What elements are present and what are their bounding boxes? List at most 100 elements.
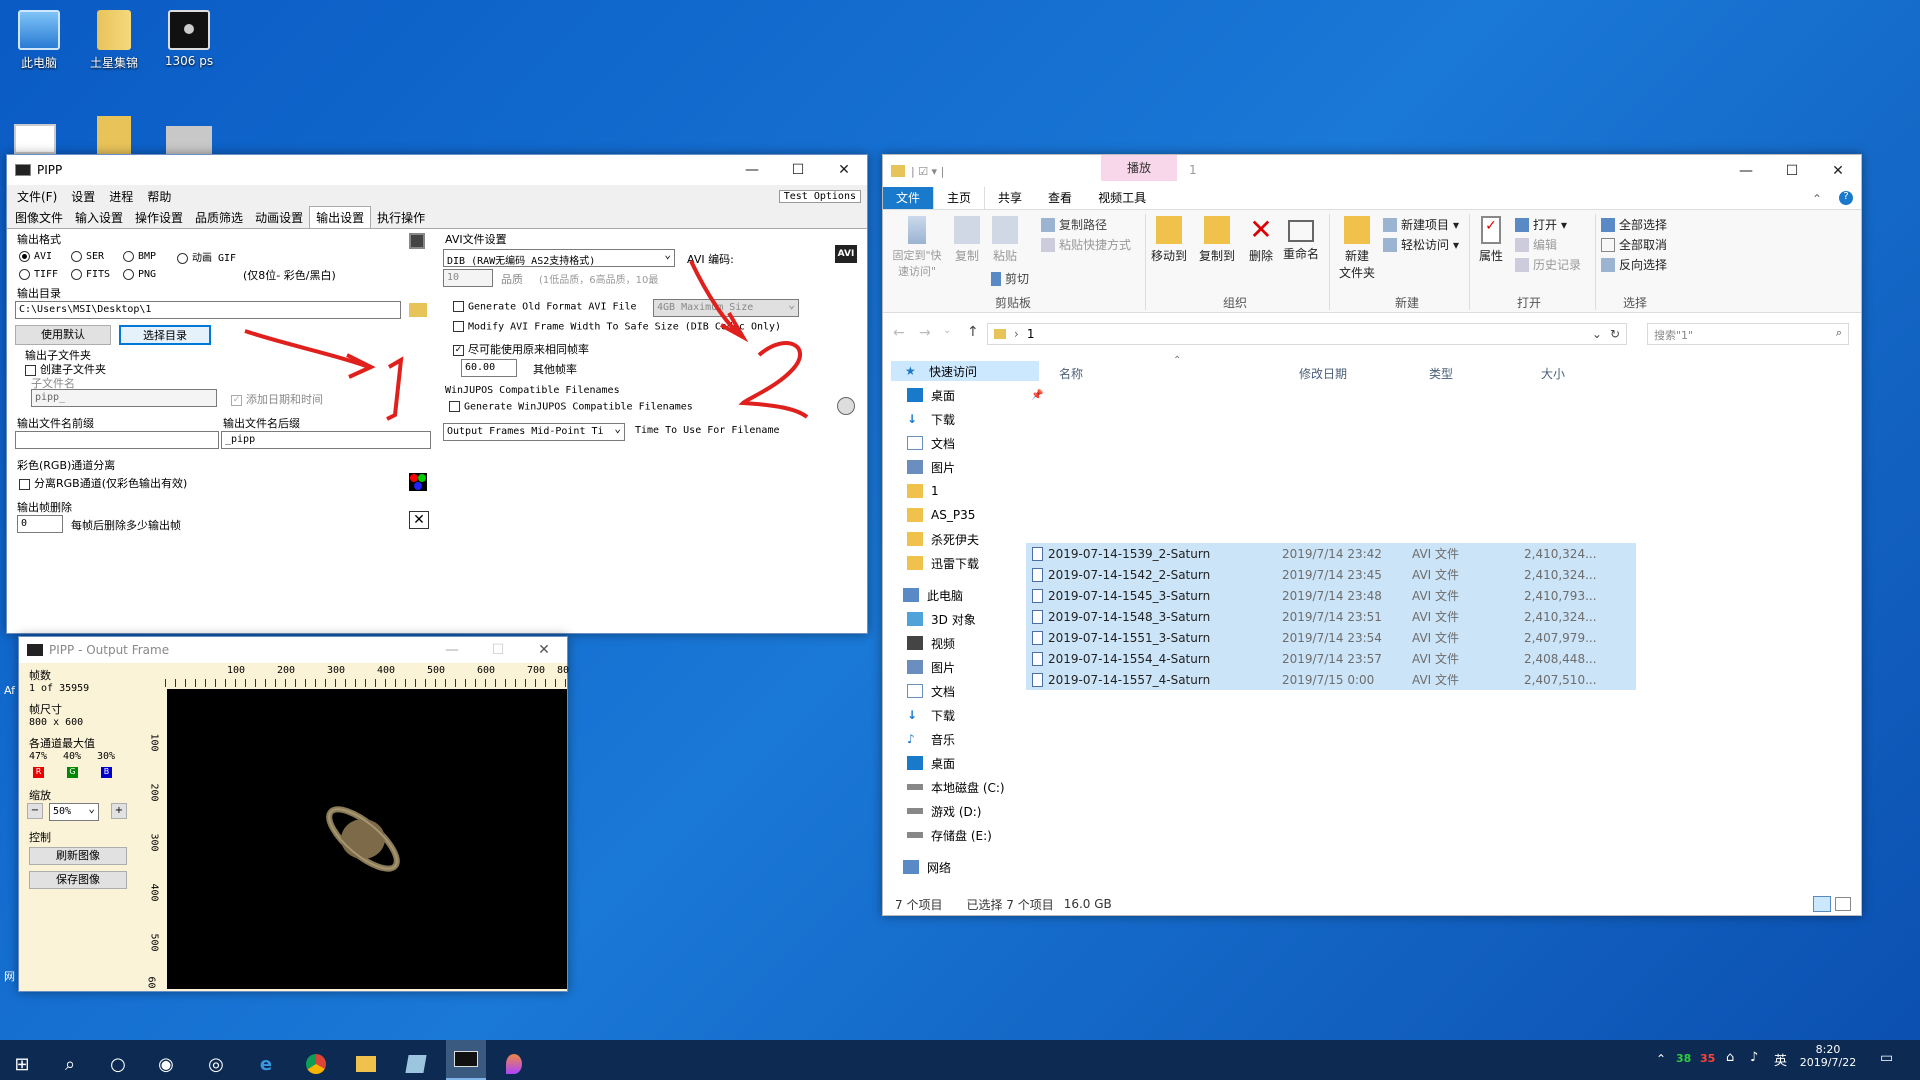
select-all-button[interactable]: 全部选择 bbox=[1601, 216, 1667, 233]
up-button[interactable]: ↑ bbox=[967, 324, 979, 340]
column-size[interactable]: 大小 bbox=[1541, 365, 1565, 382]
nav-pictures[interactable]: 图片 bbox=[907, 457, 955, 477]
desktop-icon-image[interactable]: 1306 ps bbox=[150, 10, 228, 68]
tab-execute[interactable]: 执行操作 bbox=[371, 207, 431, 228]
nav-desktop-pc[interactable]: 桌面 bbox=[907, 753, 955, 773]
table-row[interactable]: 2019-07-14-1548_3-Saturn 2019/7/14 23:51 A… bbox=[1026, 606, 1636, 627]
nav-quick-access[interactable]: ★ 快速访问 bbox=[891, 361, 1039, 381]
nav-folder-1[interactable]: 1 bbox=[907, 481, 939, 501]
refresh-image-button[interactable]: 刷新图像 bbox=[29, 847, 127, 865]
desktop-icon-partial[interactable] bbox=[14, 124, 56, 154]
save-image-button[interactable]: 保存图像 bbox=[29, 871, 127, 889]
format-fits-radio[interactable]: FITS bbox=[71, 267, 110, 280]
nav-drive-c[interactable]: 本地磁盘 (C:) bbox=[907, 777, 1005, 797]
desktop-icon-computer[interactable]: 此电脑 bbox=[0, 10, 78, 71]
nav-pictures-pc[interactable]: 图片 bbox=[907, 657, 955, 677]
table-row[interactable]: 2019-07-14-1539_2-Saturn 2019/7/14 23:42 A… bbox=[1026, 543, 1636, 564]
nav-desktop[interactable]: 桌面 📌 bbox=[907, 385, 1043, 405]
menu-settings[interactable]: 设置 bbox=[71, 188, 95, 205]
close-button[interactable]: ✕ bbox=[521, 642, 567, 658]
nav-drive-e[interactable]: 存储盘 (E:) bbox=[907, 825, 992, 845]
minimize-button[interactable]: — bbox=[729, 162, 775, 178]
output-dir-input[interactable]: C:\Users\MSI\Desktop\1 bbox=[15, 301, 401, 319]
quick-access-toolbar[interactable]: | ☑ ▾ | bbox=[911, 165, 944, 178]
format-bmp-radio[interactable]: BMP bbox=[123, 249, 156, 262]
tab-quality[interactable]: 品质筛选 bbox=[189, 207, 249, 228]
nav-network[interactable]: 网络 bbox=[903, 857, 951, 877]
edge-icon[interactable]: e bbox=[250, 1048, 282, 1080]
close-button[interactable]: ✕ bbox=[1815, 163, 1861, 179]
explorer-titlebar[interactable]: | ☑ ▾ | 播放 1 — ☐ ✕ bbox=[883, 155, 1861, 187]
minimize-button[interactable]: — bbox=[429, 642, 475, 658]
nav-folder-killing-eve[interactable]: 杀死伊夫 bbox=[907, 529, 979, 549]
cut-button[interactable]: 剪切 bbox=[991, 270, 1029, 287]
format-tiff-radio[interactable]: TIFF bbox=[19, 267, 58, 280]
desktop-icon-partial[interactable] bbox=[166, 126, 212, 154]
pipp-taskbar-icon[interactable] bbox=[446, 1040, 486, 1080]
ime-indicator[interactable]: 英 bbox=[1774, 1050, 1787, 1069]
recent-dropdown[interactable]: ⌄ bbox=[943, 325, 951, 336]
nav-downloads-pc[interactable]: ↓ 下载 bbox=[907, 705, 955, 725]
avi-codec-select[interactable]: DIB (RAW无编码 AS2支持格式) bbox=[443, 249, 675, 267]
tab-animation[interactable]: 动画设置 bbox=[249, 207, 309, 228]
close-button[interactable]: ✕ bbox=[821, 162, 867, 178]
tab-output-settings[interactable]: 输出设置 bbox=[309, 206, 372, 228]
tab-view[interactable]: 查看 bbox=[1035, 186, 1085, 209]
tab-home[interactable]: 主页 bbox=[933, 185, 986, 209]
desktop-icon-saturn-folder[interactable]: 土星集锦 bbox=[75, 10, 153, 71]
folder-icon[interactable] bbox=[97, 116, 131, 154]
tab-file[interactable]: 文件 bbox=[883, 186, 934, 209]
tab-processing[interactable]: 操作设置 bbox=[129, 207, 189, 228]
zoom-in-button[interactable]: + bbox=[111, 803, 127, 819]
steam-icon[interactable]: ◉ bbox=[150, 1048, 182, 1080]
file-explorer-icon[interactable] bbox=[350, 1048, 382, 1080]
copy-button[interactable]: 复制 bbox=[949, 216, 985, 264]
network-icon[interactable]: ⌂ bbox=[1726, 1050, 1734, 1065]
nav-documents[interactable]: 文档 bbox=[907, 433, 955, 453]
menu-help[interactable]: 帮助 bbox=[147, 188, 171, 205]
pipp-titlebar[interactable]: PIPP — ☐ ✕ bbox=[7, 155, 867, 185]
maximize-button[interactable]: ☐ bbox=[775, 162, 821, 178]
history-button[interactable]: 历史记录 bbox=[1515, 256, 1581, 273]
column-date[interactable]: 修改日期 bbox=[1299, 365, 1347, 382]
winjupos-time-select[interactable]: Output Frames Mid-Point Ti bbox=[443, 423, 625, 441]
notification-icon[interactable]: ▭ bbox=[1880, 1050, 1893, 1066]
address-dropdown[interactable]: ⌄ bbox=[1592, 327, 1602, 341]
frame-preview[interactable] bbox=[167, 689, 567, 989]
menu-file[interactable]: 文件(F) bbox=[17, 188, 57, 205]
search-input[interactable]: 搜索"1" ⌕ bbox=[1647, 323, 1849, 345]
nav-this-pc[interactable]: 此电脑 bbox=[903, 585, 963, 605]
format-gif-radio[interactable]: 动画 GIF bbox=[177, 249, 236, 264]
table-row[interactable]: 2019-07-14-1545_3-Saturn 2019/7/14 23:48 A… bbox=[1026, 585, 1636, 606]
fps-input[interactable]: 60.00 bbox=[461, 359, 517, 377]
output-frame-titlebar[interactable]: PIPP - Output Frame — ☐ ✕ bbox=[19, 637, 567, 663]
menu-process[interactable]: 进程 bbox=[109, 188, 133, 205]
start-button[interactable]: ⊞ bbox=[6, 1048, 38, 1080]
paste-shortcut-button[interactable]: 粘贴快捷方式 bbox=[1041, 236, 1131, 253]
format-ser-radio[interactable]: SER bbox=[71, 249, 104, 262]
tray-expand-icon[interactable]: ⌃ bbox=[1656, 1052, 1666, 1066]
task-view-icon[interactable]: ○ bbox=[102, 1048, 134, 1080]
save-icon[interactable] bbox=[409, 233, 425, 249]
column-name[interactable]: 名称 bbox=[1059, 365, 1083, 382]
tab-video-tools[interactable]: 视频工具 bbox=[1085, 186, 1159, 209]
refresh-icon[interactable]: ↻ bbox=[1610, 327, 1620, 341]
subfolder-name-input[interactable]: pipp_ bbox=[31, 389, 217, 407]
rgb-split-checkbox[interactable]: 分离RGB通道(仅彩色输出有效) bbox=[19, 475, 187, 491]
chrome-icon[interactable] bbox=[300, 1048, 332, 1080]
pin-quick-access-button[interactable]: 固定到"快 速访问" bbox=[889, 216, 945, 279]
nav-downloads[interactable]: ↓ 下载 bbox=[907, 409, 955, 429]
table-row[interactable]: 2019-07-14-1554_4-Saturn 2019/7/14 23:57 A… bbox=[1026, 648, 1636, 669]
format-png-radio[interactable]: PNG bbox=[123, 267, 156, 280]
rename-button[interactable]: 重命名 bbox=[1279, 216, 1323, 262]
properties-button[interactable]: ✓ 属性 bbox=[1473, 216, 1509, 264]
minimize-button[interactable]: — bbox=[1723, 163, 1769, 179]
select-none-button[interactable]: 全部取消 bbox=[1601, 236, 1667, 253]
context-tab-play[interactable]: 播放 bbox=[1101, 155, 1177, 181]
quality-input[interactable]: 10 bbox=[443, 269, 493, 287]
copy-to-button[interactable]: 复制到 bbox=[1193, 216, 1241, 264]
maximize-button[interactable]: ☐ bbox=[475, 642, 521, 658]
folder-icon[interactable] bbox=[409, 303, 427, 317]
back-button[interactable]: ← bbox=[893, 325, 905, 341]
same-rate-checkbox[interactable]: ✓ 尽可能使用原来相同帧率 bbox=[453, 341, 589, 357]
